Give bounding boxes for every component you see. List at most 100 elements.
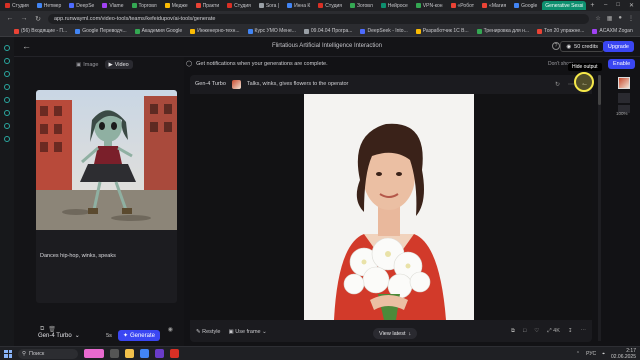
minimize-icon[interactable]: – (604, 2, 607, 9)
browser-tab[interactable]: Студия (2, 1, 32, 10)
history-thumbnail[interactable] (618, 93, 630, 103)
help-icon[interactable]: ? (552, 42, 560, 50)
browser-tab[interactable]: Торговл (129, 1, 160, 10)
browser-tab-active[interactable]: Generative Sessi (542, 1, 587, 10)
refresh-icon[interactable]: ↻ (555, 81, 560, 88)
browser-tab[interactable]: Нетмер (34, 1, 65, 10)
browser-tab[interactable]: Нейросе (378, 1, 411, 10)
restyle-button[interactable]: ✎ Restyle (196, 329, 220, 335)
mode-image-tab[interactable]: ▣ Image (72, 60, 103, 69)
history-zoom[interactable]: 100% (616, 111, 628, 116)
bookmark-item[interactable]: DeepSeek - Into... (360, 28, 408, 34)
browser-tab[interactable]: Инна К (284, 1, 313, 10)
bookmark-item[interactable]: Тренировка для н... (476, 28, 529, 34)
extension-icon[interactable] (4, 45, 10, 51)
flower-thumbnail-icon[interactable] (84, 349, 104, 358)
history-thumbnail[interactable] (618, 77, 630, 89)
upgrade-button[interactable]: Upgrade (602, 41, 634, 52)
browser-tab[interactable]: Sora | (256, 1, 282, 10)
app-icon[interactable] (170, 349, 179, 358)
side-extension-rail (0, 37, 14, 346)
browser-tab[interactable]: Vlame (99, 1, 126, 10)
wifi-icon[interactable]: ⌖ (602, 351, 605, 357)
windows-start-icon[interactable] (4, 349, 12, 358)
extension-icon[interactable] (4, 136, 10, 142)
bookmark-item[interactable]: ACAXM Zogan (592, 28, 633, 34)
browser-tab[interactable]: VPN-кон (413, 1, 446, 10)
bookmark-item[interactable]: Курс УМО Мене... (247, 28, 296, 34)
reload-icon[interactable]: ↻ (34, 15, 42, 23)
view-latest-button[interactable]: View latest ↓ (373, 328, 418, 339)
generate-button[interactable]: ✦ Generate (117, 330, 160, 341)
browser-tab[interactable]: Студия (315, 1, 345, 10)
tab-favicon-icon (415, 3, 421, 8)
project-title[interactable]: Flirtatious Artificial Intelligence Inte… (14, 43, 640, 49)
duration-selector[interactable]: 5s (106, 333, 112, 339)
browser-tab[interactable]: «Магия (479, 1, 509, 10)
prompt-text[interactable]: Dances hip-hop, winks, speaks (40, 253, 116, 259)
clock-date: 02.06.2025 (610, 353, 636, 360)
extension-icon[interactable] (4, 71, 10, 77)
browser-tab[interactable]: Студия (224, 1, 254, 10)
mode-switch: ▣ Image ▶ Video (72, 60, 133, 69)
scrollbar-thumb[interactable] (598, 75, 601, 105)
tooltip: Hide output (568, 63, 602, 71)
thumbs-icon[interactable]: ♡ (534, 328, 539, 335)
bookmark-item[interactable]: 09.04.04 Програ... (303, 28, 353, 34)
browser-tab[interactable]: Google (511, 1, 540, 10)
extension-icon[interactable] (4, 84, 10, 90)
address-bar[interactable]: app.runwayml.com/video-tools/teams/kefei… (48, 13, 590, 24)
browser-tab[interactable]: «Робот (448, 1, 478, 10)
menu-dots-icon[interactable]: ⋮ (628, 15, 634, 22)
download-icon[interactable]: ↧ (568, 328, 573, 335)
browser-tab[interactable]: Зоговл (347, 1, 376, 10)
more-icon[interactable]: ⋯ (581, 328, 587, 335)
task-view-icon[interactable] (110, 349, 119, 358)
chevron-up-icon[interactable]: ⌃ (576, 351, 580, 357)
extension-icon[interactable] (4, 97, 10, 103)
app-icon[interactable] (155, 349, 164, 358)
bookmark-item[interactable]: Топ 20 упражне... (537, 28, 584, 34)
tab-favicon-icon (36, 3, 42, 8)
forward-arrow-icon[interactable]: → (20, 15, 28, 22)
credits-badge[interactable]: ◉ 50 credits (560, 41, 604, 52)
tab-label: Нейросе (387, 2, 408, 9)
browser-tab[interactable]: DeepSe (66, 1, 97, 10)
taskbar-search[interactable]: ⚲ Поиск (18, 348, 78, 359)
close-icon[interactable]: ✕ (629, 2, 634, 9)
bookmark-item[interactable]: Google Переводч... (75, 28, 127, 34)
tab-favicon-icon (482, 3, 488, 8)
language-indicator[interactable]: РУС (586, 351, 596, 357)
bookmark-item[interactable]: Академия Google (134, 28, 182, 34)
output-scrollbar[interactable] (598, 75, 601, 341)
enable-notifications-button[interactable]: Enable (608, 59, 636, 69)
copy-icon[interactable]: ⧉ (511, 328, 515, 335)
mode-video-tab[interactable]: ▶ Video (104, 60, 133, 69)
bookmark-item[interactable]: Разработчик 1С В... (415, 28, 469, 34)
browser-tab[interactable]: Практи (193, 1, 222, 10)
upscale-button[interactable]: ⤢ 4K (547, 328, 560, 335)
new-tab-icon[interactable]: + (590, 2, 594, 9)
bookmark-item[interactable]: Инженерно-техн... (190, 28, 240, 34)
output-thumbnail[interactable] (231, 79, 241, 89)
extensions-icon[interactable]: ▦ (607, 15, 613, 22)
file-explorer-icon[interactable] (125, 349, 134, 358)
browser-icon[interactable] (140, 349, 149, 358)
bookmark-label: 09.04.04 Програ... (310, 28, 353, 34)
clock[interactable]: 2:17 02.06.2025 (611, 348, 636, 360)
use-frame-button[interactable]: ▣ Use frame ⌄ (228, 329, 266, 335)
maximize-icon[interactable]: □ (616, 2, 620, 9)
output-video[interactable] (190, 94, 592, 320)
back-arrow-icon[interactable]: ← (6, 15, 14, 22)
tab-label: «Магия (489, 2, 507, 9)
bookmark-item[interactable]: (56) Входящие - П... (14, 28, 67, 34)
browser-tab[interactable]: Медже (162, 1, 191, 10)
bookmark-star-icon[interactable]: ☆ (595, 15, 600, 22)
extension-icon[interactable] (4, 123, 10, 129)
reference-image[interactable] (36, 90, 177, 230)
model-selector[interactable]: Gen-4 Turbo ⌄ (38, 332, 80, 340)
extension-icon[interactable] (4, 58, 10, 64)
extension-icon[interactable] (4, 110, 10, 116)
profile-icon[interactable]: ● (618, 15, 622, 22)
folder-icon[interactable]: □ (523, 328, 526, 335)
